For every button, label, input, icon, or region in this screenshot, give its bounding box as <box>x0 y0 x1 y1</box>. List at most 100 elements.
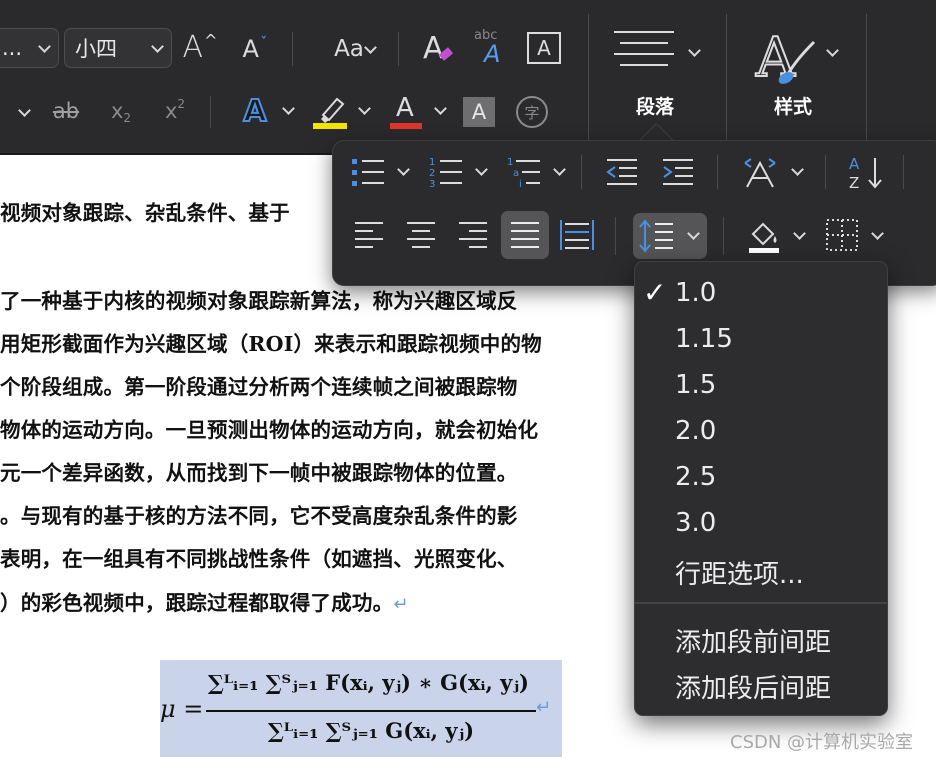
strikethrough-button[interactable]: ab <box>48 94 84 128</box>
line-spacing-option-2-5[interactable]: 2.5 <box>675 462 716 492</box>
line-spacing-option-1-5[interactable]: 1.5 <box>675 370 716 400</box>
font-color-button[interactable]: A <box>386 92 450 132</box>
doc-text-line: 个阶段组成。第一阶段通过分析两个连续帧之间被跟踪物 <box>0 375 518 399</box>
shrink-font-icon: A <box>242 35 259 63</box>
change-case-button[interactable]: Aa <box>316 30 382 68</box>
superscript-digit: 2 <box>177 97 186 111</box>
line-spacing-options-item[interactable]: 行距选项... <box>675 554 804 591</box>
paragraph-button[interactable]: 段落 <box>606 14 716 134</box>
align-left-button[interactable] <box>347 213 391 257</box>
phonetic-guide-button[interactable]: abc A <box>472 28 510 68</box>
chevron-down-icon <box>871 227 884 240</box>
separator <box>717 155 718 189</box>
align-center-button[interactable] <box>399 213 443 257</box>
watermark: CSDN @计算机实验室 <box>730 732 914 753</box>
bullets-button[interactable] <box>347 153 411 191</box>
chevron-down-icon[interactable] <box>18 104 31 117</box>
numbering-button[interactable]: 1 2 3 <box>425 153 489 191</box>
doc-text-line: 。与现有的基于核的方法不同，它不受高度杂乱条件的影 <box>0 504 518 528</box>
align-left-icon <box>355 222 383 248</box>
paragraph-mark: ↵ <box>536 697 552 718</box>
chevron-down-icon <box>793 227 806 240</box>
doc-text-line: ）的彩色视频中，跟踪过程都取得了成功。↵ <box>0 591 409 615</box>
add-space-after-item[interactable]: 添加段后间距 <box>675 668 831 705</box>
line-spacing-option-1-15[interactable]: 1.15 <box>675 324 733 354</box>
highlight-button[interactable] <box>310 92 374 132</box>
separator <box>581 155 582 189</box>
shrink-font-button[interactable]: Aˇ <box>238 30 272 68</box>
doc-text-line: 物体的运动方向。一旦预测出物体的运动方向，就会初始化 <box>0 418 539 442</box>
increase-indent-button[interactable] <box>657 153 699 191</box>
separator <box>398 32 399 66</box>
paragraph-mark: ↵ <box>393 594 409 615</box>
char-shading-icon: A <box>463 97 495 127</box>
align-right-button[interactable] <box>451 213 495 257</box>
separator <box>866 14 867 140</box>
text-effects-icon: A <box>242 93 267 130</box>
separator <box>210 96 211 128</box>
styles-button[interactable]: A 样式 <box>744 14 854 134</box>
text-direction-icon <box>744 158 776 188</box>
doc-keywords-line: 视频对象跟踪、杂乱条件、基于 <box>0 201 290 225</box>
text-effects-button[interactable]: A <box>232 92 298 130</box>
paint-bucket-icon <box>749 222 779 253</box>
svg-text:i: i <box>519 179 522 189</box>
doc-text-line: 表明，在一组具有不同挑战性条件（如遮挡、光照变化、 <box>0 547 518 571</box>
grow-font-button[interactable]: A ^ <box>182 26 218 68</box>
enclose-char-icon: 字 <box>516 96 548 128</box>
line-spacing-option-3-0[interactable]: 3.0 <box>675 508 716 538</box>
font-name-dropdown[interactable]: ... <box>0 28 59 68</box>
subscript-digit: 2 <box>123 111 132 125</box>
equation-numerator: ∑ᴸᵢ₌₁ ∑ᵀⱼ₌₁ F(xᵢ, yⱼ) ∗ G(xᵢ, yⱼ) <box>208 670 529 695</box>
equation-denominator: ∑ᴸᵢ₌₁ ∑ᵀⱼ₌₁ G(xᵢ, yⱼ) <box>268 718 475 743</box>
chevron-down-icon <box>358 102 371 115</box>
menu-separator <box>635 602 887 604</box>
doc-text-line: 了一种基于内核的视频对象跟踪新算法，称为兴趣区域反 <box>0 289 518 313</box>
chevron-down-icon <box>475 163 488 176</box>
chevron-down-icon <box>553 163 566 176</box>
shading-button[interactable] <box>743 213 809 257</box>
svg-text:2: 2 <box>429 168 435 179</box>
borders-button[interactable] <box>821 213 887 257</box>
font-size-dropdown[interactable]: 小四 <box>64 28 172 68</box>
svg-text:A: A <box>423 31 444 66</box>
increase-indent-icon <box>663 159 693 185</box>
phonetic-guide-icon: abc A <box>474 28 501 68</box>
line-spacing-option-2-0[interactable]: 2.0 <box>675 416 716 446</box>
character-shading-button[interactable]: A <box>462 96 496 128</box>
text-direction-button[interactable] <box>737 153 807 191</box>
char-border-icon: A <box>527 32 561 64</box>
chevron-down-icon <box>38 40 51 53</box>
chevron-down-icon <box>688 44 701 57</box>
bullets-icon <box>352 159 384 186</box>
justify-button[interactable] <box>501 211 549 259</box>
character-border-button[interactable]: A <box>526 30 562 66</box>
add-space-before-item[interactable]: 添加段前间距 <box>675 622 831 659</box>
separator <box>825 155 826 189</box>
multilevel-list-icon: 1 a i <box>507 157 540 189</box>
sort-button[interactable]: A Z <box>843 151 887 193</box>
line-spacing-button[interactable] <box>633 213 707 259</box>
equation-lhs: μ = <box>160 695 204 723</box>
multilevel-list-button[interactable]: 1 a i <box>503 153 567 191</box>
superscript-icon: x <box>164 99 178 123</box>
superscript-button[interactable]: x2 <box>158 94 192 128</box>
enclose-characters-button[interactable]: 字 <box>514 94 550 130</box>
svg-text:A: A <box>849 155 860 173</box>
chevron-down-icon <box>364 41 377 54</box>
distributed-button[interactable] <box>555 213 599 257</box>
equation-object[interactable]: μ = ∑ᴸᵢ₌₁ ∑ᵀⱼ₌₁ F(xᵢ, yⱼ) ∗ G(xᵢ, yⱼ) ∑ᴸ… <box>160 660 562 757</box>
separator <box>615 217 616 255</box>
decrease-indent-button[interactable] <box>601 153 643 191</box>
svg-text:3: 3 <box>429 179 435 189</box>
subscript-icon: x <box>110 99 124 123</box>
line-spacing-option-1-0[interactable]: 1.0 <box>675 278 716 308</box>
chevron-down-icon <box>434 102 447 115</box>
chevron-down-icon <box>791 163 804 176</box>
svg-text:1: 1 <box>429 157 435 168</box>
separator <box>588 14 589 140</box>
justify-icon <box>511 222 539 248</box>
line-spacing-icon <box>639 219 673 253</box>
clear-formatting-button[interactable]: A <box>420 26 458 68</box>
subscript-button[interactable]: x2 <box>104 94 138 128</box>
